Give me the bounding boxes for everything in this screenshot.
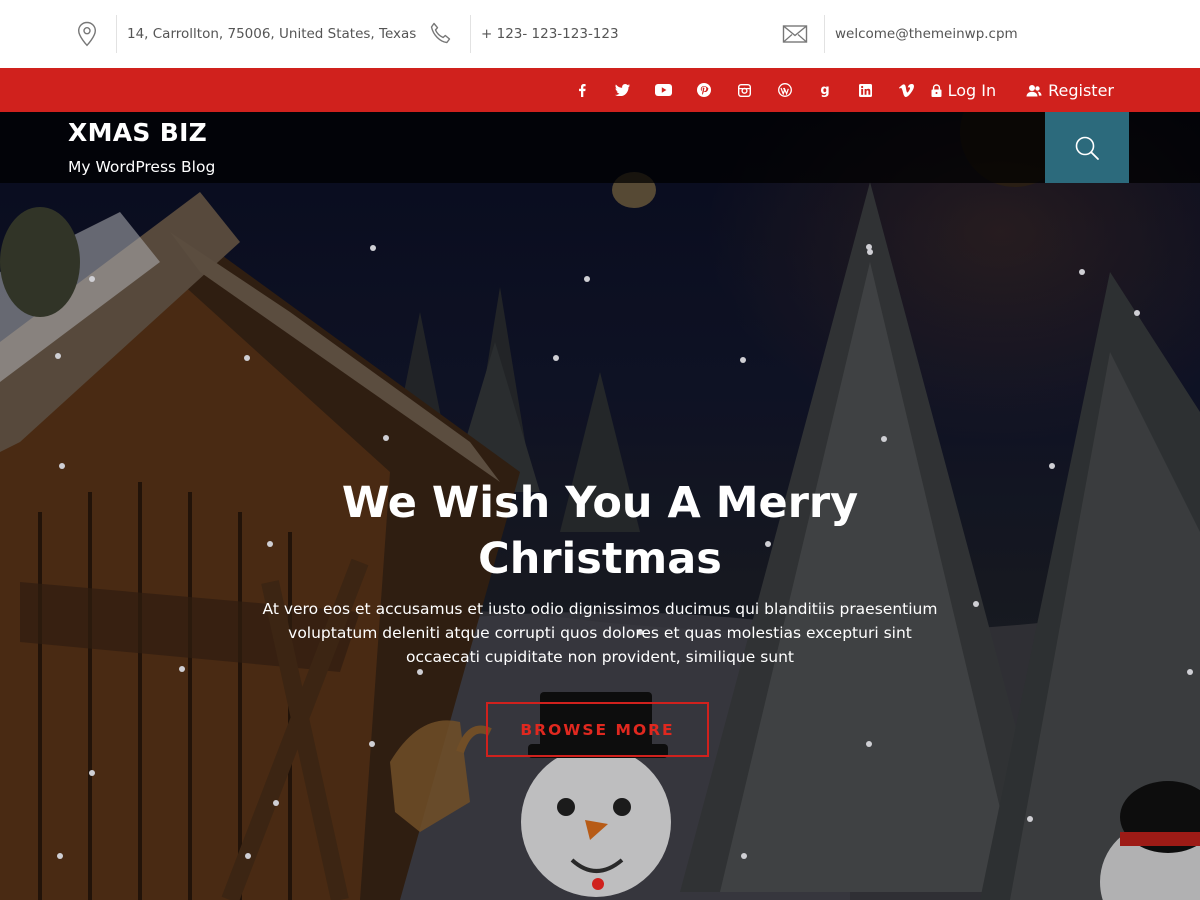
hero-description: At vero eos et accusamus et iusto odio d… xyxy=(262,600,938,666)
twitter-icon[interactable] xyxy=(603,68,644,112)
snowflake xyxy=(584,276,590,282)
register-label: Register xyxy=(1048,80,1114,100)
top-info-bar: 14, Carrollton, 75006, United States, Te… xyxy=(0,0,1200,68)
phone-icon xyxy=(426,19,456,49)
address-info: 14, Carrollton, 75006, United States, Te… xyxy=(72,0,416,68)
snowflake xyxy=(1134,310,1140,316)
snowflake xyxy=(553,355,559,361)
register-link[interactable]: Register xyxy=(1026,68,1114,112)
snowflake xyxy=(740,357,746,363)
snowflake xyxy=(417,669,423,675)
email-text[interactable]: welcome@themeinwp.cpm xyxy=(835,26,1018,42)
phone-info: + 123- 123-123-123 xyxy=(426,0,619,68)
snowflake xyxy=(59,463,65,469)
snowflake xyxy=(89,276,95,282)
pinterest-icon[interactable] xyxy=(684,68,725,112)
divider xyxy=(116,15,117,53)
youtube-icon[interactable] xyxy=(643,68,684,112)
slider-dot-active[interactable] xyxy=(592,878,604,890)
snowflake xyxy=(1187,669,1193,675)
snowflake xyxy=(369,741,375,747)
snowflake xyxy=(244,355,250,361)
snowflake xyxy=(1079,269,1085,275)
snowflake xyxy=(179,666,185,672)
wordpress-icon[interactable] xyxy=(765,68,806,112)
snowflake xyxy=(89,770,95,776)
vimeo-icon[interactable] xyxy=(886,68,927,112)
browse-more-button[interactable]: BROWSE MORE xyxy=(486,702,709,757)
email-info: welcome@themeinwp.cpm xyxy=(780,0,1018,68)
envelope-icon xyxy=(780,19,810,49)
social-bar: g Log In Register xyxy=(0,68,1200,112)
snowflake xyxy=(881,436,887,442)
snowflake xyxy=(1049,463,1055,469)
divider xyxy=(824,15,825,53)
social-links: g Log In Register xyxy=(562,68,1114,112)
google-icon[interactable]: g xyxy=(805,68,846,112)
address-text: 14, Carrollton, 75006, United States, Te… xyxy=(127,26,417,42)
snowflake xyxy=(57,853,63,859)
phone-text[interactable]: + 123- 123-123-123 xyxy=(481,26,619,42)
snowflake xyxy=(370,245,376,251)
svg-text:g: g xyxy=(821,83,830,97)
divider xyxy=(470,15,471,53)
snowflake xyxy=(1027,816,1033,822)
site-title[interactable]: XMAS BIZ xyxy=(68,118,207,147)
hero-title: We Wish You A Merry Christmas xyxy=(341,478,859,584)
snowflake xyxy=(867,249,873,255)
snowflake xyxy=(973,601,979,607)
facebook-icon[interactable] xyxy=(562,68,603,112)
login-label: Log In xyxy=(947,80,997,100)
login-link[interactable]: Log In xyxy=(931,68,997,112)
snowflake xyxy=(245,853,251,859)
location-pin-icon xyxy=(72,19,102,49)
search-icon xyxy=(1075,136,1099,160)
linkedin-icon[interactable] xyxy=(846,68,887,112)
snowflake xyxy=(866,741,872,747)
snowflake xyxy=(383,435,389,441)
snowflake xyxy=(741,853,747,859)
users-icon xyxy=(1026,84,1042,96)
snowflake xyxy=(866,244,872,250)
site-tagline: My WordPress Blog xyxy=(68,158,216,176)
snowflake xyxy=(273,800,279,806)
search-button[interactable] xyxy=(1045,112,1129,183)
lock-icon xyxy=(931,83,942,97)
instagram-icon[interactable] xyxy=(724,68,765,112)
snowflake xyxy=(55,353,61,359)
